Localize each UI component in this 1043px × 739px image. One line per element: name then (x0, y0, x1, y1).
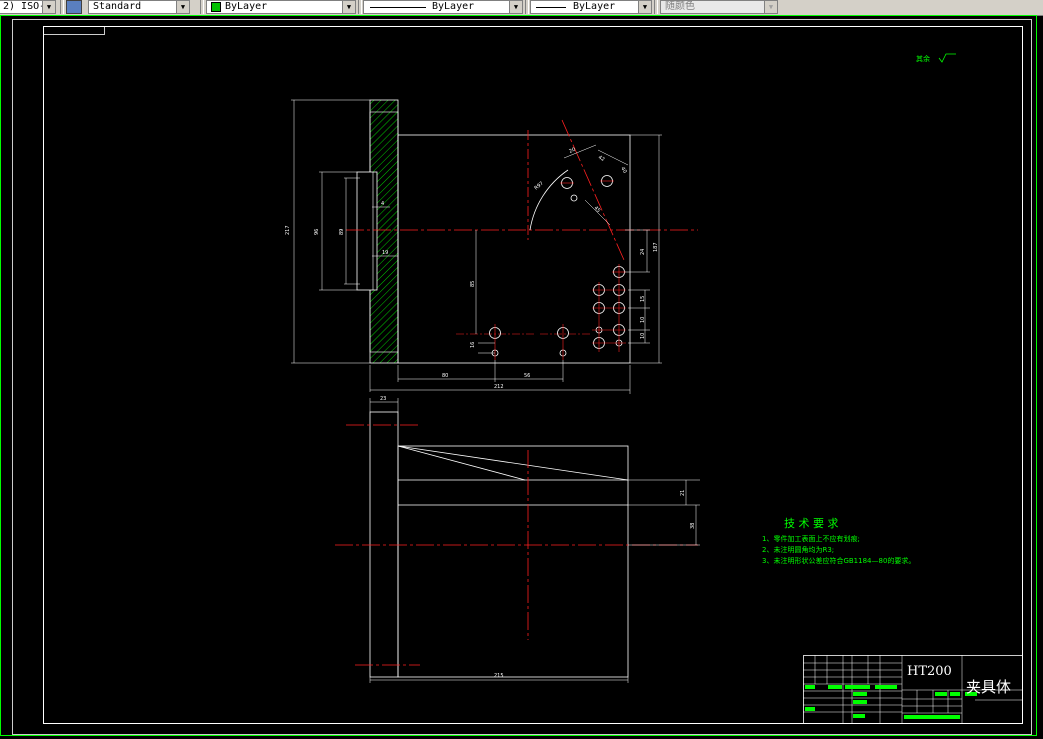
body-plate (397, 445, 629, 678)
corner-label-box (43, 26, 105, 35)
dim-23: 23 (380, 396, 386, 402)
lineweight-sample-icon (536, 7, 566, 8)
dim-212: 212 (494, 384, 504, 390)
dim-38: 38 (690, 523, 696, 529)
dim-r97: R97 (533, 181, 544, 192)
dimstyle-value: 2) ISO- (3, 1, 46, 12)
dimension-lines-2 (369, 398, 700, 683)
flange-boss (356, 171, 378, 291)
dim-15: 15 (640, 296, 646, 302)
chevron-down-icon[interactable]: ▼ (176, 1, 189, 13)
chevron-down-icon[interactable]: ▼ (638, 1, 651, 13)
radius-arc (529, 169, 569, 231)
dim-85: 85 (470, 281, 476, 287)
technical-requirements: 技 术 要 求 1、零件加工表面上不应有划痕; 2、未注明圆角均为R3; 3、未… (762, 517, 915, 565)
main-plate (397, 134, 631, 364)
viewport-border (0, 15, 1037, 736)
toolbar-separator (60, 0, 64, 14)
textstyle-value: Standard (93, 1, 142, 12)
hole-crosshairs (494, 180, 626, 360)
layer-color-dropdown[interactable]: ByLayer ▼ (206, 0, 356, 14)
textstyle-manager-icon[interactable] (66, 0, 82, 14)
dim-42: 42 (597, 155, 606, 163)
plotstyle-value: 随颜色 (665, 1, 695, 12)
dim-16: 16 (470, 342, 476, 348)
plotstyle-dropdown[interactable]: 随颜色 ▼ (660, 0, 778, 14)
side-flange (369, 411, 399, 678)
bottom-view: 23 21 38 215 (335, 396, 700, 683)
linetype-dropdown[interactable]: ByLayer ▼ (363, 0, 523, 14)
dim-80: 80 (442, 373, 448, 379)
linetype-sample-icon (370, 7, 426, 8)
dim-187: 187 (653, 242, 659, 252)
title-block: HT200 夹具体 (803, 655, 1023, 724)
toolbar-separator (200, 0, 204, 14)
toolbar-separator (525, 0, 529, 14)
dim-40: 40 (619, 166, 627, 175)
wedge-line-1 (397, 445, 526, 481)
chevron-down-icon[interactable]: ▼ (42, 1, 55, 13)
toolbar-separator (358, 0, 362, 14)
dim-21: 21 (680, 490, 686, 496)
linetype-value: ByLayer (432, 1, 475, 12)
textstyle-dropdown[interactable]: Standard ▼ (88, 0, 190, 14)
dim-215: 215 (494, 673, 504, 679)
dim-96: 96 (314, 229, 320, 235)
dim-10a: 10 (640, 317, 646, 323)
toolbar-separator (654, 0, 658, 14)
paper-outer-border (12, 19, 1032, 735)
properties-toolbar: 2) ISO- ▼ Standard ▼ ByLayer ▼ ByLayer ▼… (0, 0, 1043, 16)
hole-group (489, 175, 625, 357)
wedge-line-2 (397, 445, 629, 481)
tech-req-item-3: 3、未注明形状公差应符合GB1184—80的要求。 (762, 556, 915, 565)
center-line-diagonal (561, 119, 625, 261)
title-block-material: HT200 (907, 664, 952, 679)
front-view: 217 96 89 4 19 85 16 80 56 212 187 24 15… (285, 99, 698, 394)
dimstyle-dropdown[interactable]: 2) ISO- ▼ (0, 0, 56, 14)
roughness-note: 其余 (916, 54, 930, 63)
lineweight-dropdown[interactable]: ByLayer ▼ (530, 0, 652, 14)
roughness-symbol-icon (938, 53, 956, 63)
dim-4: 4 (381, 201, 384, 207)
dim-24: 24 (640, 249, 646, 255)
drawing-canvas[interactable]: 其余 217 96 89 4 19 85 16 80 56 212 187 24… (0, 15, 1043, 739)
dim-217: 217 (285, 225, 291, 235)
color-swatch-icon (211, 2, 221, 12)
dim-19: 19 (382, 250, 388, 256)
dim-56: 56 (524, 373, 530, 379)
chevron-down-icon[interactable]: ▼ (509, 1, 522, 13)
drawing-frame (43, 26, 1023, 724)
tech-req-item-2: 2、未注明圆角均为R3; (762, 545, 834, 554)
tech-req-item-1: 1、零件加工表面上不应有划痕; (762, 534, 860, 543)
lineweight-value: ByLayer (573, 1, 616, 12)
dimension-lines (291, 99, 662, 394)
tech-req-title: 技 术 要 求 (784, 517, 839, 530)
title-block-part-name: 夹具体 (966, 678, 1011, 696)
dim-10b: 10 (640, 333, 646, 339)
dim-89: 89 (339, 229, 345, 235)
chevron-down-icon[interactable]: ▼ (342, 1, 355, 13)
layer-color-value: ByLayer (225, 1, 268, 12)
chevron-down-icon[interactable]: ▼ (764, 1, 777, 13)
